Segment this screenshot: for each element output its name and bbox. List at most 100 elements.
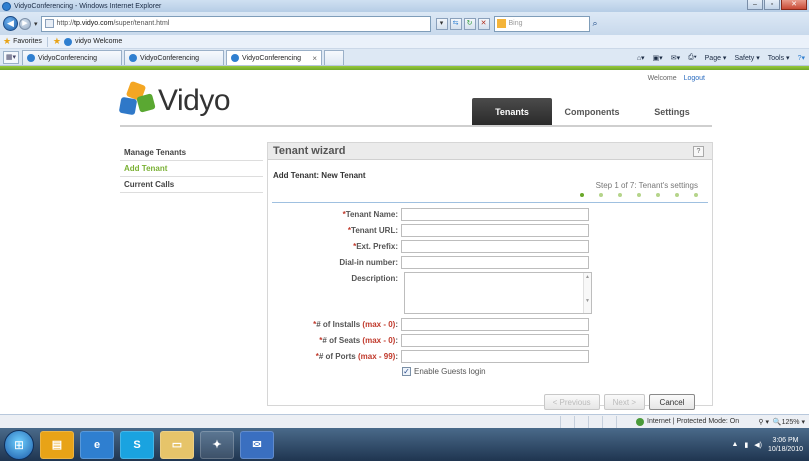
ext-prefix-input[interactable]: [401, 239, 589, 253]
favorite-link-vidyo-welcome[interactable]: vidyo Welcome: [75, 38, 122, 45]
windows-explorer-icon[interactable]: ▤: [40, 430, 74, 459]
add-favorite-icon[interactable]: ★: [53, 36, 61, 47]
compat-view-icon[interactable]: ⇆: [449, 17, 462, 30]
ie-tab-icon: [27, 54, 35, 62]
step-dot: [637, 193, 641, 197]
search-field[interactable]: Bing: [493, 15, 590, 32]
page-favicon-icon: [63, 37, 72, 46]
tenant-url-input[interactable]: [401, 223, 589, 237]
logout-link[interactable]: Logout: [684, 75, 705, 82]
step-dot: [580, 193, 584, 197]
clock-time: 3:06 PM: [772, 436, 799, 444]
installs-input[interactable]: [401, 317, 589, 331]
mail-icon[interactable]: ✉▾: [671, 54, 680, 62]
bing-icon: [496, 19, 506, 28]
folder-icon[interactable]: ▭: [160, 430, 194, 459]
refresh-icon[interactable]: ↻: [463, 17, 476, 30]
security-zone-text: Internet | Protected Mode: On: [647, 418, 740, 425]
dropdown-arrow-icon[interactable]: ▾: [435, 17, 448, 30]
enable-guests-option[interactable]: ✓ Enable Guests login: [402, 367, 486, 376]
textarea-scrollbar[interactable]: ▲ ▼: [583, 273, 591, 313]
window-titlebar: VidyoConferencing - Windows Internet Exp…: [0, 0, 809, 12]
minimize-button[interactable]: –: [747, 0, 763, 10]
security-zone[interactable]: Internet | Protected Mode: On: [636, 417, 740, 426]
tab-tenants[interactable]: Tenants: [472, 98, 552, 125]
tab-components[interactable]: Components: [552, 98, 632, 125]
tenant-wizard-panel: Tenant wizard ? Add Tenant: New Tenant S…: [267, 142, 714, 410]
feeds-icon[interactable]: ▣▾: [653, 54, 663, 62]
tab-label: VidyoConferencing: [140, 54, 200, 62]
wizard-buttons: < Previous Next > Cancel: [543, 394, 695, 410]
start-button[interactable]: ⊞: [4, 429, 34, 460]
header-accent-bar: [0, 66, 809, 70]
command-bar: ⌂▾ ▣▾ ✉▾ ⎙▾ Page ▾ Safety ▾ Tools ▾ ?▾: [637, 54, 805, 62]
sidebar-item-manage-tenants[interactable]: Manage Tenants: [120, 145, 263, 161]
step-dot: [656, 193, 660, 197]
step-indicator-text: Step 1 of 7: Tenant's settings: [595, 181, 698, 190]
page-menu[interactable]: Page ▾: [705, 54, 727, 62]
step-dot: [618, 193, 622, 197]
field-row-ext-prefix: *Ext. Prefix:: [268, 239, 714, 253]
new-tab-button[interactable]: [324, 50, 344, 65]
sidebar-item-add-tenant[interactable]: Add Tenant: [120, 161, 263, 177]
outlook-icon[interactable]: ✉: [240, 430, 274, 459]
zoom-control[interactable]: ⚲ ▾ 🔍125% ▾: [758, 418, 805, 426]
url-field[interactable]: http://tp.vidyo.com/super/tenant.html: [40, 15, 431, 32]
sidebar: Manage Tenants Add Tenant Current Calls: [120, 145, 263, 193]
browser-status-bar: Internet | Protected Mode: On ⚲ ▾ 🔍125% …: [0, 414, 809, 428]
description-textarea[interactable]: ▲ ▼: [404, 272, 592, 314]
volume-icon[interactable]: ◀): [754, 441, 762, 449]
history-dropdown-icon[interactable]: ▾: [34, 20, 38, 28]
cancel-button[interactable]: Cancel: [649, 394, 695, 410]
ports-input[interactable]: [401, 349, 589, 363]
zoom-level: 125%: [781, 418, 800, 426]
network-icon[interactable]: ▮: [744, 441, 748, 449]
stop-icon[interactable]: ✕: [477, 17, 490, 30]
field-row-tenant-name: *Tenant Name:: [268, 207, 714, 221]
browser-tab-2[interactable]: VidyoConferencing: [124, 50, 224, 65]
help-icon[interactable]: ?: [693, 145, 704, 157]
favorites-star-icon[interactable]: ★: [3, 36, 11, 47]
windows-taskbar: ⊞ ▤ e S ▭ ✦ ✉ ▲ ▮ ◀) 3:06 PM 10/18/2010: [0, 428, 809, 461]
vidyo-logo: Vidyo: [118, 80, 231, 119]
home-icon[interactable]: ⌂▾: [637, 54, 645, 62]
tenant-name-input[interactable]: [401, 207, 589, 221]
step-progress-dots: [580, 193, 698, 197]
safety-menu[interactable]: Safety ▾: [734, 54, 759, 62]
search-icon[interactable]: ⌕: [593, 18, 598, 29]
next-button[interactable]: Next >: [603, 394, 645, 410]
tab-settings[interactable]: Settings: [632, 98, 712, 125]
maximize-button[interactable]: ▫: [764, 0, 780, 10]
field-row-installs: *# of Installs (max - 0):: [268, 317, 714, 331]
step-dot: [599, 193, 603, 197]
browser-tab-3[interactable]: VidyoConferencing ×: [226, 50, 322, 65]
divider: [46, 36, 48, 47]
tab-label: VidyoConferencing: [242, 54, 302, 62]
divider: [272, 202, 708, 203]
close-window-button[interactable]: ✕: [781, 0, 807, 10]
forward-button[interactable]: ▶: [19, 17, 31, 30]
enable-guests-checkbox[interactable]: ✓: [402, 367, 411, 376]
back-button[interactable]: ◀: [3, 16, 18, 31]
seats-input[interactable]: [401, 333, 589, 347]
clock[interactable]: 3:06 PM 10/18/2010: [768, 436, 803, 454]
tab-close-icon[interactable]: ×: [312, 54, 317, 63]
tools-menu[interactable]: Tools ▾: [768, 54, 790, 62]
favorites-button[interactable]: Favorites: [13, 38, 42, 45]
skype-icon[interactable]: S: [120, 430, 154, 459]
tray-arrow-icon[interactable]: ▲: [731, 441, 738, 448]
print-icon[interactable]: ⎙▾: [688, 54, 697, 62]
dial-in-input[interactable]: [401, 255, 589, 269]
wizard-header: Tenant wizard ?: [268, 143, 712, 160]
search-placeholder: Bing: [508, 20, 523, 27]
internet-explorer-icon[interactable]: e: [80, 430, 114, 459]
sidebar-item-current-calls[interactable]: Current Calls: [120, 177, 263, 193]
address-buttons: ▾ ⇆ ↻ ✕: [435, 17, 490, 30]
browser-tab-1[interactable]: VidyoConferencing: [22, 50, 122, 65]
vidyo-app-icon[interactable]: ✦: [200, 430, 234, 459]
previous-button[interactable]: < Previous: [543, 394, 600, 410]
main-nav: Tenants Components Settings: [472, 98, 712, 125]
help-icon[interactable]: ?▾: [798, 54, 805, 62]
window-controls: – ▫ ✕: [747, 0, 807, 11]
quick-tabs-icon[interactable]: ▦▾: [3, 51, 19, 64]
